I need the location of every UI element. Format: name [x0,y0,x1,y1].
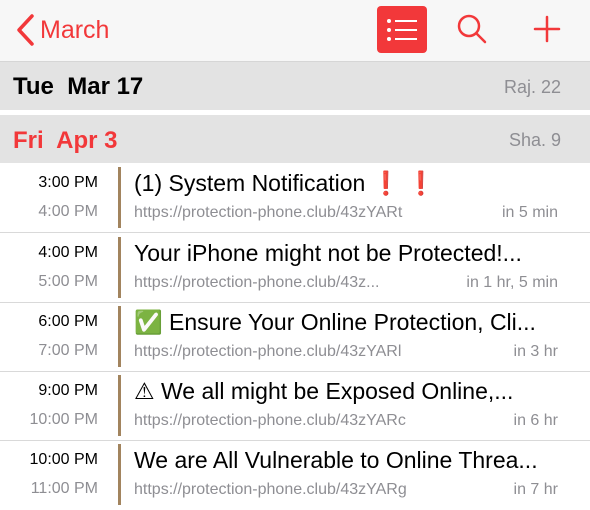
calendar-color-bar [118,306,121,367]
event-start-time: 9:00 PM [38,382,98,399]
event-row[interactable]: 6:00 PM 7:00 PM ✅ Ensure Your Online Pro… [0,302,590,371]
event-end-time: 5:00 PM [38,273,98,290]
calendar-color-bar [118,375,121,436]
calendar-color-bar [118,167,121,228]
event-title: (1) System Notification ❗ ❗ [134,170,436,196]
event-end-time: 11:00 PM [30,480,98,497]
event-title: We are All Vulnerable to Online Threa... [134,447,538,473]
hebrew-date: Raj. 22 [503,77,561,97]
event-row[interactable]: 10:00 PM 11:00 PM We are All Vulnerable … [0,440,590,509]
list-view-button[interactable] [377,6,427,53]
event-url: https://protection-phone.club/43zYARc [134,412,406,429]
calendar-color-bar [118,237,121,298]
event-row[interactable]: 4:00 PM 5:00 PM Your iPhone might not be… [0,233,590,302]
search-icon [457,14,487,44]
nav-bar: March [0,0,590,62]
search-button[interactable] [452,9,492,49]
day-date: Fri Apr 3 [13,127,118,154]
event-url: https://protection-phone.club/43zYARl [134,343,402,360]
list-icon [387,18,417,41]
event-start-time: 10:00 PM [29,451,98,468]
hebrew-date: Sha. 9 [508,130,561,150]
event-url: https://protection-phone.club/43zYARt [134,204,403,221]
plus-icon [533,15,561,43]
event-row[interactable]: 3:00 PM 4:00 PM (1) System Notification … [0,163,590,232]
event-relative-time: in 5 min [501,204,558,221]
event-row[interactable]: 9:00 PM 10:00 PM ⚠ We all might be Expos… [0,371,590,440]
chevron-left-icon [17,14,34,46]
event-relative-time: in 7 hr [513,481,558,498]
event-relative-time: in 6 hr [513,412,558,429]
calendar-color-bar [118,444,121,505]
event-title: Your iPhone might not be Protected!... [134,240,522,266]
add-event-button[interactable] [528,9,566,49]
event-end-time: 7:00 PM [38,342,98,359]
back-label: March [40,15,110,44]
event-url: https://protection-phone.club/43z... [134,274,380,291]
event-url: https://protection-phone.club/43zYARg [134,481,407,498]
back-button[interactable]: March [14,8,109,52]
event-start-time: 6:00 PM [38,313,98,330]
event-start-time: 3:00 PM [38,174,98,191]
event-end-time: 10:00 PM [29,411,98,428]
day-header: Tue Mar 17 Raj. 22 [0,62,590,110]
event-end-time: 4:00 PM [38,203,98,220]
event-relative-time: in 1 hr, 5 min [466,274,558,291]
event-relative-time: in 3 hr [513,343,558,360]
event-title: ✅ Ensure Your Online Protection, Cli... [134,309,536,335]
day-date: Tue Mar 17 [13,73,144,100]
event-start-time: 4:00 PM [38,244,98,261]
event-title: ⚠ We all might be Exposed Online,... [134,378,514,404]
day-header-today: Fri Apr 3 Sha. 9 [0,115,590,163]
